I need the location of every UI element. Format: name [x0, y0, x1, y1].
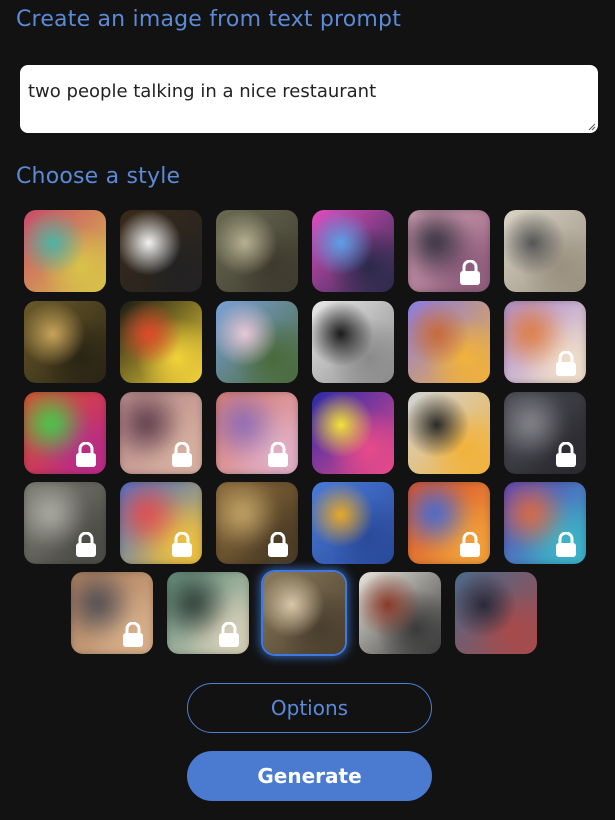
style-tile-flower-vase[interactable] [120, 301, 202, 383]
forest-ruins-thumbnail [216, 210, 298, 292]
style-tile-robot[interactable] [312, 210, 394, 292]
pop-art-marilyn-thumbnail [312, 392, 394, 474]
flower-vase-thumbnail [120, 301, 202, 383]
style-tile-abstract-swirl[interactable] [24, 210, 106, 292]
options-button[interactable]: Options [187, 683, 432, 733]
abstract-swirl-thumbnail [24, 210, 106, 292]
page-title: Create an image from text prompt [16, 7, 402, 32]
style-tile-ballet-dancers[interactable] [216, 301, 298, 383]
modern-house-thumbnail [408, 392, 490, 474]
style-tile-dark-landscape[interactable] [504, 392, 586, 474]
lock-icon [554, 441, 578, 468]
style-tile-pop-art-marilyn[interactable] [312, 392, 394, 474]
robot-thumbnail [312, 210, 394, 292]
style-tile-woman-portrait[interactable] [120, 392, 202, 474]
lock-icon [554, 350, 578, 377]
style-tile-panda[interactable] [120, 210, 202, 292]
generate-button[interactable]: Generate [187, 751, 432, 801]
style-tile-crypto-icons[interactable] [312, 482, 394, 564]
ballet-dancers-thumbnail [216, 301, 298, 383]
prompt-input[interactable]: two people talking in a nice restaurant [20, 65, 598, 133]
lock-icon [74, 531, 98, 558]
lock-icon [170, 441, 194, 468]
prompt-text: two people talking in a nice restaurant [28, 81, 377, 102]
vintage-sketch-thumbnail [504, 210, 586, 292]
style-tile-coffee-cup[interactable] [312, 301, 394, 383]
lock-icon [458, 259, 482, 286]
lock-icon [458, 531, 482, 558]
style-tile-forest-ruins[interactable] [216, 210, 298, 292]
style-tile-modern-house[interactable] [408, 392, 490, 474]
style-tile-anime-portrait[interactable] [408, 210, 490, 292]
lock-icon [170, 531, 194, 558]
style-tile-brown-abstract[interactable] [216, 482, 298, 564]
style-tile-grey-city[interactable] [24, 482, 106, 564]
style-tile-victorian-girl[interactable] [263, 572, 345, 654]
lock-icon [217, 621, 241, 648]
style-tile-zombie-portrait[interactable] [455, 572, 537, 654]
style-tile-teal-abstract[interactable] [167, 572, 249, 654]
style-tile-fire-dragon[interactable] [408, 482, 490, 564]
lock-icon [266, 531, 290, 558]
style-heading: Choose a style [16, 164, 181, 189]
style-tile-rainbow-figure[interactable] [120, 482, 202, 564]
crypto-icons-thumbnail [312, 482, 394, 564]
style-tile-vintage-sketch[interactable] [504, 210, 586, 292]
coffee-cup-thumbnail [312, 301, 394, 383]
lock-icon [554, 531, 578, 558]
lock-icon [74, 441, 98, 468]
style-tile-neon-face[interactable] [24, 392, 106, 474]
ink-pirate-thumbnail [359, 572, 441, 654]
style-tile-mona-lisa[interactable] [24, 301, 106, 383]
lock-icon [121, 621, 145, 648]
isometric-box-thumbnail [408, 301, 490, 383]
resize-grip-icon[interactable] [586, 121, 596, 131]
lock-icon [266, 441, 290, 468]
style-tile-ink-pirate[interactable] [359, 572, 441, 654]
mona-lisa-thumbnail [24, 301, 106, 383]
victorian-girl-thumbnail [263, 572, 345, 654]
panda-thumbnail [120, 210, 202, 292]
style-tile-fox[interactable] [504, 301, 586, 383]
style-tile-mosaic-face[interactable] [504, 482, 586, 564]
style-tile-soft-gradient[interactable] [216, 392, 298, 474]
style-tile-horned-figure[interactable] [71, 572, 153, 654]
zombie-portrait-thumbnail [455, 572, 537, 654]
style-tile-isometric-box[interactable] [408, 301, 490, 383]
